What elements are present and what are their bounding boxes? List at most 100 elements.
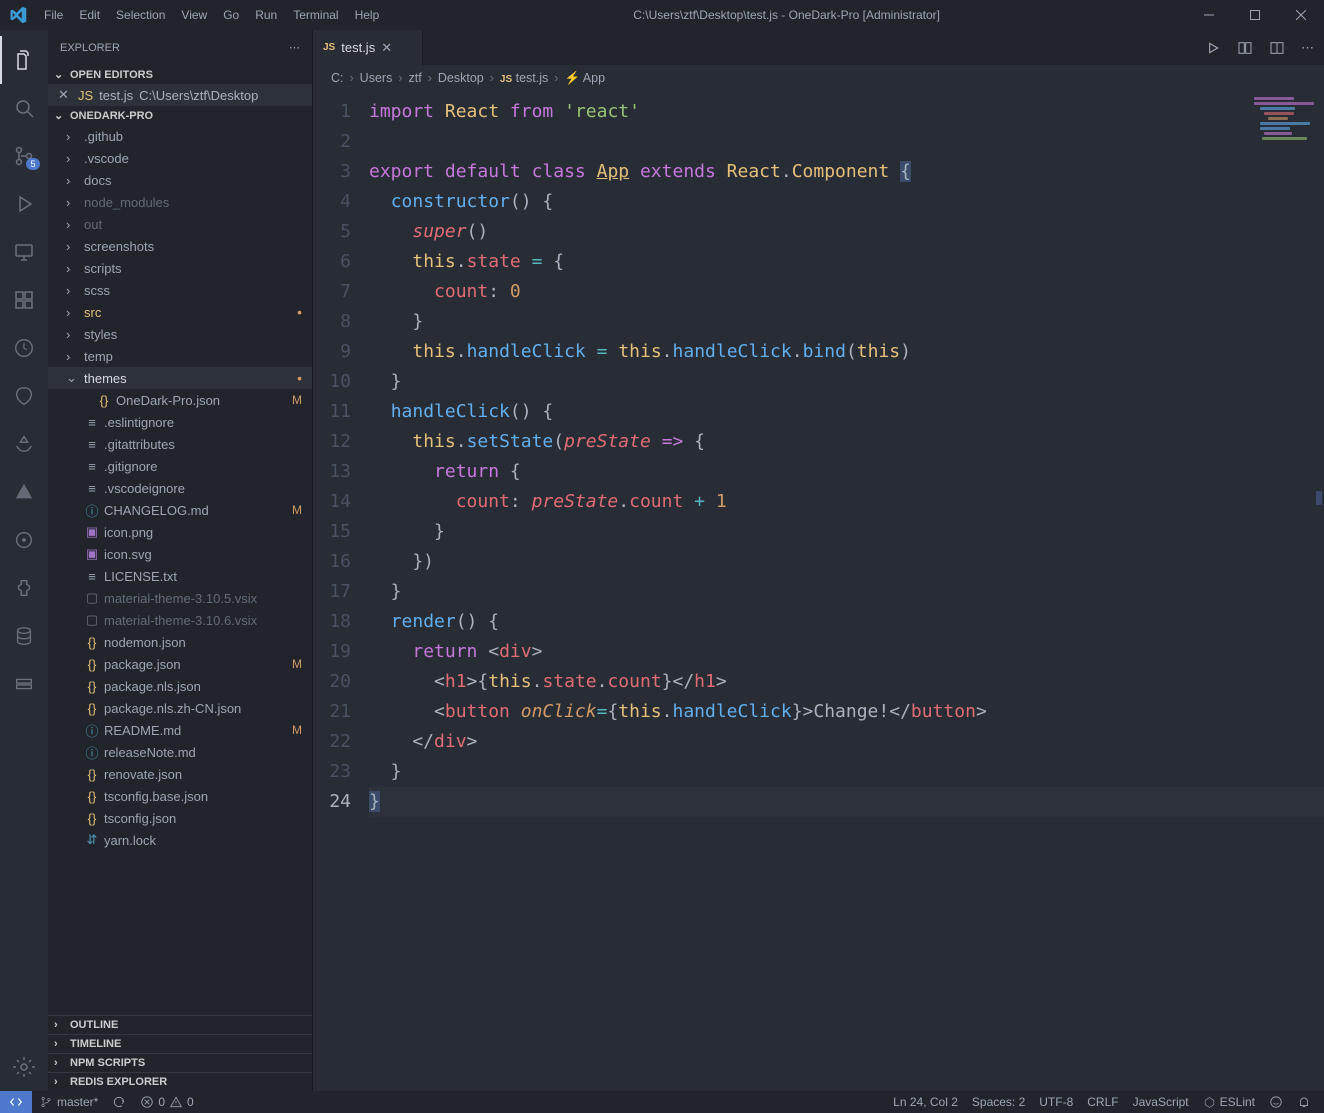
overview-ruler[interactable] (1310, 91, 1324, 1091)
activity-icon-5[interactable] (0, 516, 48, 564)
indent-item[interactable]: Spaces: 2 (965, 1091, 1032, 1113)
breadcrumb-item[interactable]: C: (331, 71, 344, 85)
encoding-item[interactable]: UTF-8 (1032, 1091, 1080, 1113)
file-package-nls-json[interactable]: {}package.nls.json (48, 675, 312, 697)
settings-icon[interactable] (0, 1043, 48, 1091)
sync-item[interactable] (105, 1091, 133, 1113)
breadcrumb-item[interactable]: Users (360, 71, 393, 85)
file--vscodeignore[interactable]: ≡.vscodeignore (48, 477, 312, 499)
code-line[interactable]: this.handleClick = this.handleClick.bind… (369, 337, 1324, 367)
code-line[interactable]: } (369, 787, 1324, 817)
code-line[interactable]: count: 0 (369, 277, 1324, 307)
folder-scss[interactable]: ›scss (48, 279, 312, 301)
folder-screenshots[interactable]: ›screenshots (48, 235, 312, 257)
tab-test-js[interactable]: JS test.js ✕ (313, 30, 423, 65)
activity-icon-4[interactable] (0, 468, 48, 516)
code-line[interactable]: } (369, 367, 1324, 397)
menu-go[interactable]: Go (215, 2, 247, 28)
editor[interactable]: 123456789101112131415161718192021222324 … (313, 91, 1324, 1091)
search-icon[interactable] (0, 84, 48, 132)
breadcrumb-item[interactable]: ⚡ App (564, 71, 605, 86)
code-line[interactable]: return <div> (369, 637, 1324, 667)
section-outline[interactable]: ›OUTLINE (48, 1015, 312, 1034)
section-redis-explorer[interactable]: ›REDIS EXPLORER (48, 1072, 312, 1091)
code-line[interactable]: render() { (369, 607, 1324, 637)
maximize-button[interactable] (1232, 0, 1278, 30)
notifications-icon[interactable] (1290, 1091, 1318, 1113)
activity-icon-6[interactable] (0, 564, 48, 612)
code-line[interactable]: count: preState.count + 1 (369, 487, 1324, 517)
minimize-button[interactable] (1186, 0, 1232, 30)
activity-icon-8[interactable] (0, 660, 48, 708)
close-icon[interactable]: ✕ (381, 40, 392, 56)
file-icon-png[interactable]: ▣icon.png (48, 521, 312, 543)
code-line[interactable] (369, 127, 1324, 157)
file-license-txt[interactable]: ≡LICENSE.txt (48, 565, 312, 587)
file-nodemon-json[interactable]: {}nodemon.json (48, 631, 312, 653)
section-timeline[interactable]: ›TIMELINE (48, 1034, 312, 1053)
file--gitattributes[interactable]: ≡.gitattributes (48, 433, 312, 455)
scm-icon[interactable]: 5 (0, 132, 48, 180)
code-line[interactable]: constructor() { (369, 187, 1324, 217)
cursor-position[interactable]: Ln 24, Col 2 (886, 1091, 965, 1113)
file--gitignore[interactable]: ≡.gitignore (48, 455, 312, 477)
breadcrumb-item[interactable]: Desktop (438, 71, 484, 85)
eol-item[interactable]: CRLF (1080, 1091, 1125, 1113)
code-line[interactable]: }) (369, 547, 1324, 577)
folder-styles[interactable]: ›styles (48, 323, 312, 345)
file-package-json[interactable]: {}package.json (48, 653, 312, 675)
sidebar-more-icon[interactable]: ⋯ (289, 41, 300, 54)
file-renovate-json[interactable]: {}renovate.json (48, 763, 312, 785)
folder-scripts[interactable]: ›scripts (48, 257, 312, 279)
file-releasenote-md[interactable]: ⓘreleaseNote.md (48, 741, 312, 763)
problems-item[interactable]: 0 0 (133, 1091, 200, 1113)
menu-edit[interactable]: Edit (71, 2, 108, 28)
code-content[interactable]: import React from 'react'export default … (369, 91, 1324, 1091)
file-readme-md[interactable]: ⓘREADME.md (48, 719, 312, 741)
code-line[interactable]: } (369, 577, 1324, 607)
menu-terminal[interactable]: Terminal (285, 2, 346, 28)
project-header[interactable]: ⌄ ONEDARK-PRO (48, 106, 312, 125)
explorer-icon[interactable] (0, 36, 48, 84)
code-line[interactable]: <button onClick={this.handleClick}>Chang… (369, 697, 1324, 727)
code-line[interactable]: </div> (369, 727, 1324, 757)
file-package-nls-zh-cn-json[interactable]: {}package.nls.zh-CN.json (48, 697, 312, 719)
menu-view[interactable]: View (173, 2, 215, 28)
extensions-icon[interactable] (0, 276, 48, 324)
layout-icon[interactable] (1269, 40, 1285, 56)
code-line[interactable]: } (369, 307, 1324, 337)
activity-icon-2[interactable] (0, 372, 48, 420)
menu-selection[interactable]: Selection (108, 2, 173, 28)
code-line[interactable]: <h1>{this.state.count}</h1> (369, 667, 1324, 697)
close-icon[interactable]: ✕ (58, 87, 72, 103)
file-tsconfig-json[interactable]: {}tsconfig.json (48, 807, 312, 829)
open-editor-item[interactable]: ✕ JS test.js C:\Users\ztf\Desktop (48, 84, 312, 106)
folder-themes[interactable]: ⌄themes (48, 367, 312, 389)
folder--github[interactable]: ›.github (48, 125, 312, 147)
file-changelog-md[interactable]: ⓘCHANGELOG.md (48, 499, 312, 521)
code-line[interactable]: super() (369, 217, 1324, 247)
folder-src[interactable]: ›src (48, 301, 312, 323)
file-material-theme-3-10-5-vsix[interactable]: ▢material-theme-3.10.5.vsix (48, 587, 312, 609)
split-icon[interactable] (1237, 40, 1253, 56)
feedback-icon[interactable] (1262, 1091, 1290, 1113)
menu-help[interactable]: Help (347, 2, 388, 28)
file-material-theme-3-10-6-vsix[interactable]: ▢material-theme-3.10.6.vsix (48, 609, 312, 631)
file--eslintignore[interactable]: ≡.eslintignore (48, 411, 312, 433)
menu-run[interactable]: Run (247, 2, 285, 28)
run-icon[interactable] (1205, 40, 1221, 56)
activity-icon-3[interactable] (0, 420, 48, 468)
folder-out[interactable]: ›out (48, 213, 312, 235)
activity-icon-1[interactable] (0, 324, 48, 372)
breadcrumbs[interactable]: C:›Users›ztf›Desktop›JS test.js›⚡ App (313, 65, 1324, 91)
code-line[interactable]: this.setState(preState => { (369, 427, 1324, 457)
folder-docs[interactable]: ›docs (48, 169, 312, 191)
code-line[interactable]: handleClick() { (369, 397, 1324, 427)
code-line[interactable]: export default class App extends React.C… (369, 157, 1324, 187)
file-tsconfig-base-json[interactable]: {}tsconfig.base.json (48, 785, 312, 807)
breadcrumb-item[interactable]: JS test.js (500, 71, 548, 85)
breadcrumb-item[interactable]: ztf (409, 71, 422, 85)
branch-item[interactable]: master* (32, 1091, 105, 1113)
eslint-item[interactable]: ESLint (1196, 1091, 1262, 1113)
remote-explorer-icon[interactable] (0, 228, 48, 276)
